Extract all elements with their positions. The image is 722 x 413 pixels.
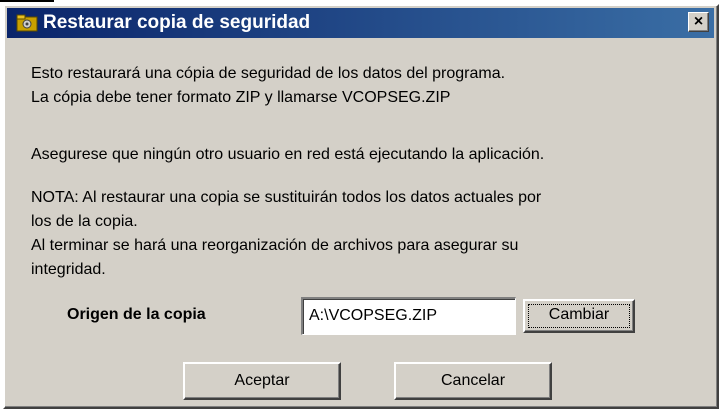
warning-line: Asegurese que ningún otro usuario en red… — [31, 146, 545, 163]
dialog-title: Restaurar copia de seguridad — [43, 12, 311, 33]
info-line-2: La cópia debe tener formato ZIP y llamar… — [31, 89, 451, 106]
note-line-3: Al terminar se hará una reorganización d… — [31, 237, 519, 254]
focus-rect — [528, 304, 630, 328]
note-line-4: integridad. — [31, 261, 106, 278]
info-line-1: Esto restaurará una cópia de seguridad d… — [31, 65, 506, 82]
origin-label: Origen de la copia — [67, 306, 206, 323]
close-button[interactable]: × — [688, 12, 709, 32]
accept-button[interactable]: Aceptar — [183, 362, 341, 400]
close-icon: × — [693, 13, 704, 30]
top-edge-line — [0, 0, 54, 2]
restore-backup-dialog: Restaurar copia de seguridad × Esto rest… — [3, 4, 719, 409]
origin-path-field[interactable]: A:\VCOPSEG.ZIP — [301, 297, 516, 335]
note-line-2: los de la copia. — [31, 213, 138, 230]
folder-icon — [16, 14, 38, 32]
change-button[interactable]: Cambiar — [523, 299, 635, 333]
title-bar[interactable]: Restaurar copia de seguridad × — [7, 8, 714, 38]
note-line-1: NOTA: Al restaurar una copia se sustitui… — [31, 189, 542, 206]
cancel-button[interactable]: Cancelar — [394, 362, 552, 400]
